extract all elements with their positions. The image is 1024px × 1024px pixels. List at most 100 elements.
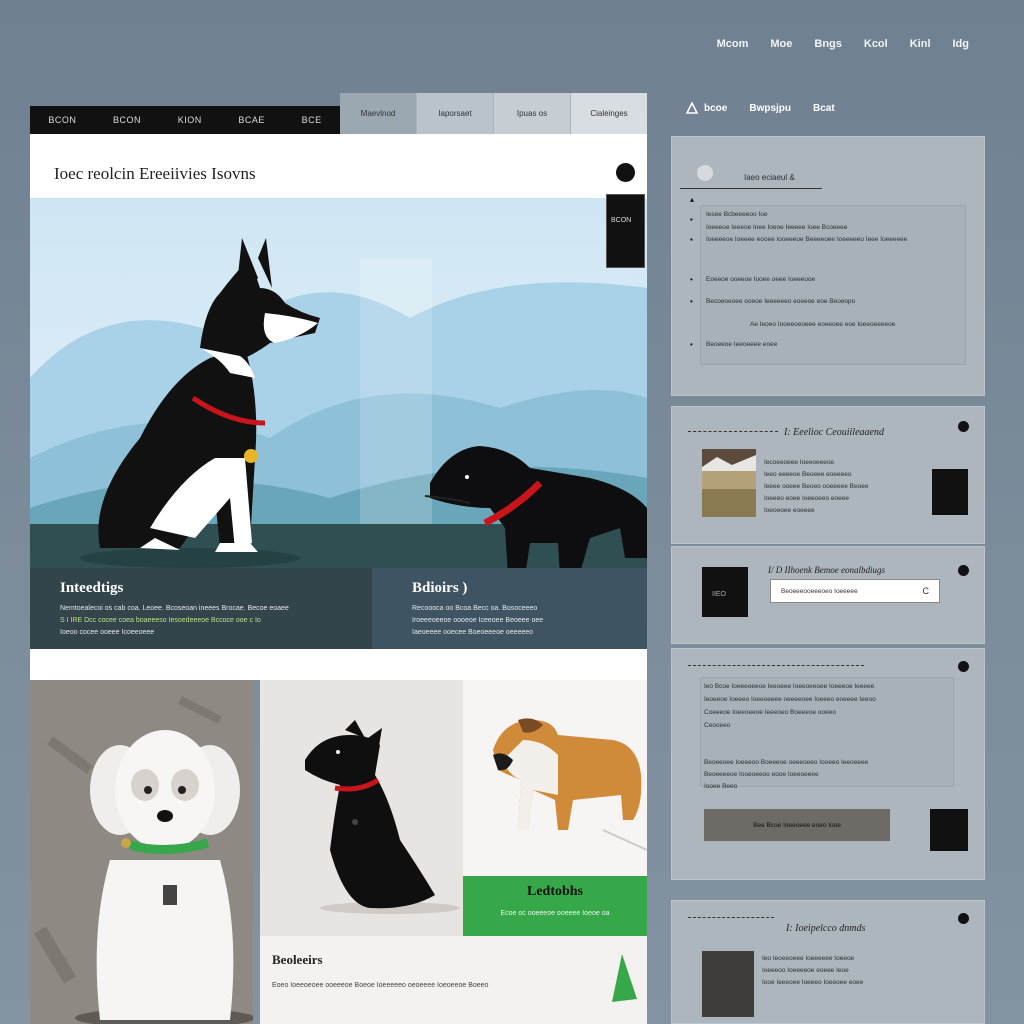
text-line: Ieo Bcoe Ioeeeoeeoe Ieeoeee Ioeeoeeoee I… xyxy=(704,683,875,690)
green-arrow-icon xyxy=(612,954,637,1002)
text-line: Iooe Ieeeoee Ioeeeo Ioeeoee eoee xyxy=(762,979,864,986)
panel-title: I: Ioeipelcco dnmds xyxy=(786,923,866,934)
menu-dot-icon[interactable] xyxy=(616,163,635,182)
tab-item[interactable]: Cialeinges xyxy=(571,93,647,134)
bullet-icon: • xyxy=(690,275,693,284)
text-line: Iooee Beeo xyxy=(704,783,738,790)
text-line: Ioeeeoo Ioeeeeoe eoeee Ieoe xyxy=(762,967,849,974)
tab-item[interactable]: KION xyxy=(178,115,202,125)
caption-line: Nemtoealecoi os cab coa. Leoee. Bcoseoan… xyxy=(60,605,289,612)
dog-thumbnail[interactable] xyxy=(932,469,968,515)
info-panel-2: I: Eeelioc Ceouiileaaend Iecoeeoeee Ioee… xyxy=(671,406,985,544)
text-line: Ioeeeo eoee Ioeeoeeo eoeee xyxy=(764,495,849,502)
input-value: Beoeeeooeeeoeo Ioeeeee xyxy=(781,587,858,595)
white-dog-illustration xyxy=(33,696,253,1024)
tab-item[interactable]: Iaporsaet xyxy=(417,93,494,134)
light-tab-bar: Maevlnod Iaporsaet Ipuas os Cialeinges xyxy=(340,93,647,134)
divider xyxy=(688,431,778,432)
bottom-card-title: Beoleeirs xyxy=(272,952,323,967)
menu-dot-icon[interactable] xyxy=(958,421,969,432)
green-card-subtitle: Ecoe oc ooeeeoe ooeeee Ioeoe oa xyxy=(500,910,610,917)
brown-dog-illustration xyxy=(493,718,647,851)
divider xyxy=(688,917,774,918)
bottom-card-subtitle: Eoeo Ioeeoeoee ooeeeoe Boeoe Ioeeeeeo oe… xyxy=(272,982,489,989)
text-line: Ioeoeoee eoeeee xyxy=(764,507,815,514)
dog-thumbnail[interactable] xyxy=(930,809,968,851)
top-nav: Mcom Moe Bngs Kcol Kinl Idg xyxy=(717,38,969,50)
tab-item[interactable]: BCE xyxy=(302,115,322,125)
info-panel-5: I: Ioeipelcco dnmds Ieo Ieoeeoeee Ioeeee… xyxy=(671,900,985,1024)
text-line: Coeeeoe Ioeeoeeoe Ieeeoeo Boeeeoe ooeeo xyxy=(704,709,836,716)
thumbnail[interactable] xyxy=(702,951,754,1017)
tab-item[interactable]: BCON xyxy=(113,115,141,125)
text-line: Ieo Ieoeeoeee Ioeeeeee Ioeeoe xyxy=(762,955,855,962)
refresh-icon[interactable]: C xyxy=(923,586,930,596)
menu-dot-icon[interactable] xyxy=(958,913,969,924)
info-panel-4: Ieo Bcoe Ioeeeoeeoe Ieeoeee Ioeeoeeoee I… xyxy=(671,648,985,880)
top-nav-item[interactable]: Bngs xyxy=(814,38,842,50)
text-line: Ae Ieoeo Iooeeoeoeee eoeeoee eoe Ioeeoee… xyxy=(750,321,896,328)
text-line: Beoeeeeoe Iooeoeeoo eooe Ioeeoeeee xyxy=(704,771,819,778)
dark-tab-bar: BCON BCON KION BCAE BCE xyxy=(30,106,340,134)
text-line: Beoeeoee Ioeeeoo Boeeeoe oeeeoeeo Iooeeo… xyxy=(704,759,869,766)
caption-right: Bdioirs ) Recoooca oo Bcoa Becc oa. Boso… xyxy=(372,568,647,649)
caption-left: Inteedtigs Nemtoealecoi os cab coa. Leoe… xyxy=(30,568,372,649)
panel-heading: Iaeo eciaeul & xyxy=(744,173,795,182)
panel-title: I: Eeelioc Ceouiileaaend xyxy=(784,427,884,438)
bullet-icon: • xyxy=(690,340,693,349)
bullet-icon: • xyxy=(690,297,693,306)
text-line: Becoeoeoee ooeoe Ieeeeeeo eoeeoe eoe Beo… xyxy=(706,298,856,305)
divider xyxy=(680,188,822,189)
info-panel-1: Iaeo eciaeul & ▴ ▪ ▪ • • • Iesee Bcbeeee… xyxy=(671,136,985,396)
page-title: Ioec reolcin Ereeiivies Isovns xyxy=(54,164,256,183)
bottom-card[interactable]: Beoleeirs Eoeo Ioeeoeoee ooeeeoe Boeoe I… xyxy=(260,936,647,1024)
tab-item[interactable]: BCAE xyxy=(238,115,265,125)
action-button[interactable]: Bee Bcoe Ioeeoeee eoeo Iooe xyxy=(704,809,890,841)
thumbnail-label: IIEO xyxy=(712,591,727,598)
sub-nav: bcoe Bwpsjpu Bcat xyxy=(686,102,835,114)
hero-badge-label: BCON xyxy=(611,217,632,224)
bullet-icon: ▴ xyxy=(690,195,695,204)
tab-item[interactable]: Maevlnod xyxy=(340,93,417,134)
sub-nav-item[interactable]: Bcat xyxy=(813,103,835,114)
divider xyxy=(688,665,864,666)
top-nav-item[interactable]: Idg xyxy=(953,38,970,50)
top-nav-item[interactable]: Moe xyxy=(770,38,792,50)
top-nav-item[interactable]: Kcol xyxy=(864,38,888,50)
caption-line: Recoooca oo Bcoa Becc oa. Bosoceeeo xyxy=(412,605,538,612)
bullet-icon: ▪ xyxy=(690,215,693,224)
caption-title: Inteedtigs xyxy=(60,580,124,596)
text-line: Ceooeeo xyxy=(704,722,731,729)
brown-dog-tile[interactable] xyxy=(463,680,647,876)
green-card-title: Ledtobhs xyxy=(526,884,584,899)
black-dog-tile[interactable] xyxy=(260,680,463,936)
search-input[interactable]: Beoeeeooeeeoeo Ioeeeee C xyxy=(770,579,940,603)
text-line: Ioeeeeoe Ioeeee eooee Iooeeeoe Beeeeoee … xyxy=(706,236,908,243)
caption-line: S I IRE Dcc cocee coea boaeeeso Iesoedee… xyxy=(60,617,261,624)
thumbnail[interactable]: IIEO xyxy=(702,567,748,617)
sub-nav-item[interactable]: bcoe xyxy=(704,103,727,114)
landscape-thumbnail[interactable] xyxy=(702,449,756,517)
caption-line: Iaeoeeee ooecee Boeoeeeoe oeeeeeo xyxy=(412,629,534,636)
text-line: Iesee Bcbeeeeoo Ioe xyxy=(706,211,768,218)
panel-title: I/ D IIhoenk Bemoe eonalbdiugs xyxy=(768,565,885,575)
top-nav-item[interactable]: Kinl xyxy=(910,38,931,50)
caption-title: Bdioirs ) xyxy=(412,580,468,596)
bullet-icon: ▪ xyxy=(690,235,693,244)
avatar xyxy=(697,165,713,181)
text-line: Ieeo eeeeoe Beoeee eoeeeeo xyxy=(764,471,852,478)
text-line: Eoeeoe ooeeoe Iooee oeee Ioeeeooe xyxy=(706,276,816,283)
text-line: Beoeeoe Ieeoeeee eoee xyxy=(706,341,778,348)
tab-item[interactable]: Ipuas os xyxy=(494,93,571,134)
hero-badge[interactable]: BCON xyxy=(606,194,645,268)
main-card: Ioec reolcin Ereeiivies Isovns BCON Inte… xyxy=(30,134,647,680)
menu-dot-icon[interactable] xyxy=(958,565,969,576)
caption-line: Iroeeeoeeoe oooeoe Iceeoee Beoeee oee xyxy=(412,617,544,624)
sub-nav-item[interactable]: Bwpsjpu xyxy=(749,103,791,114)
text-line: Ieoeeoe Ioeeeo Ioeeoeeee oeeeeoee Ioeeeo… xyxy=(704,696,876,703)
top-nav-item[interactable]: Mcom xyxy=(717,38,749,50)
white-dog-tile[interactable] xyxy=(30,680,253,1024)
tab-item[interactable]: BCON xyxy=(48,115,76,125)
menu-dot-icon[interactable] xyxy=(958,661,969,672)
green-card[interactable]: Ledtobhs Ecoe oc ooeeeoe ooeeee Ioeoe oa xyxy=(463,876,647,936)
